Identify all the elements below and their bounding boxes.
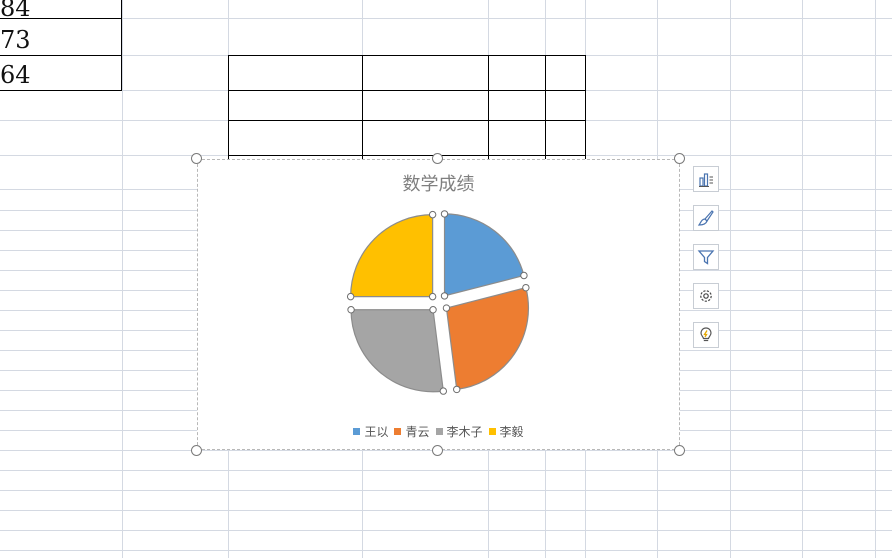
legend-item[interactable]: 李毅 [488,423,524,440]
legend-label: 青云 [405,425,430,439]
chart-style-button[interactable] [693,205,719,231]
resize-handle-top-left[interactable] [191,153,202,164]
resize-handle-top[interactable] [432,153,443,164]
chart-elements-icon [699,173,713,187]
legend-label: 李毅 [499,425,524,439]
pie-slice-4[interactable] [350,214,434,298]
slice-selection-handle[interactable] [520,271,528,280]
chart-style-icon [697,210,714,226]
legend-item[interactable]: 青云 [394,423,430,440]
resize-handle-top-right[interactable] [674,153,685,164]
slice-selection-handle[interactable] [428,292,437,301]
slice-selection-handle[interactable] [429,306,437,314]
slice-selection-handle[interactable] [453,385,461,394]
chart-ideas-icon [700,327,712,342]
cell-value[interactable]: 64 [0,61,31,89]
pie-slice-3[interactable] [350,309,444,393]
slice-selection-handle[interactable] [442,304,451,312]
legend-item[interactable]: 王以 [353,423,388,440]
pie-slice-1[interactable] [443,213,525,297]
legend-swatch [353,428,361,435]
legend-label: 李木子 [446,425,483,439]
chart-ideas-button[interactable] [693,322,719,348]
legend-label: 王以 [364,425,389,439]
chart-filter-button[interactable] [693,244,719,270]
slice-selection-handle[interactable] [428,210,437,219]
chart-settings-icon [700,290,712,302]
slice-selection-handle[interactable] [440,292,449,300]
legend-swatch [488,428,496,435]
chart-legend[interactable]: 王以 青云 李木子 李毅 [198,423,679,440]
slice-selection-handle[interactable] [522,283,530,292]
pie-chart[interactable]: 数学成绩 王以 青云 李木子 李毅 [197,159,680,450]
pie-plot-area[interactable] [198,160,681,451]
slice-selection-handle[interactable] [439,387,448,395]
legend-swatch [394,428,402,435]
cell-value[interactable]: 84 [0,0,31,22]
resize-handle-bottom[interactable] [432,445,443,456]
slice-selection-handle[interactable] [346,292,355,301]
slice-selection-handle[interactable] [347,306,355,314]
resize-handle-bottom-left[interactable] [191,445,202,456]
chart-elements-button[interactable] [693,166,719,192]
cell-value[interactable]: 73 [0,26,31,54]
chart-settings-button[interactable] [693,283,719,309]
slice-selection-handle[interactable] [440,210,449,218]
resize-handle-bottom-right[interactable] [674,445,685,456]
pie-slice-2[interactable] [445,286,530,391]
legend-item[interactable]: 李木子 [435,423,483,440]
legend-swatch [435,428,443,435]
chart-filter-icon [697,250,715,265]
